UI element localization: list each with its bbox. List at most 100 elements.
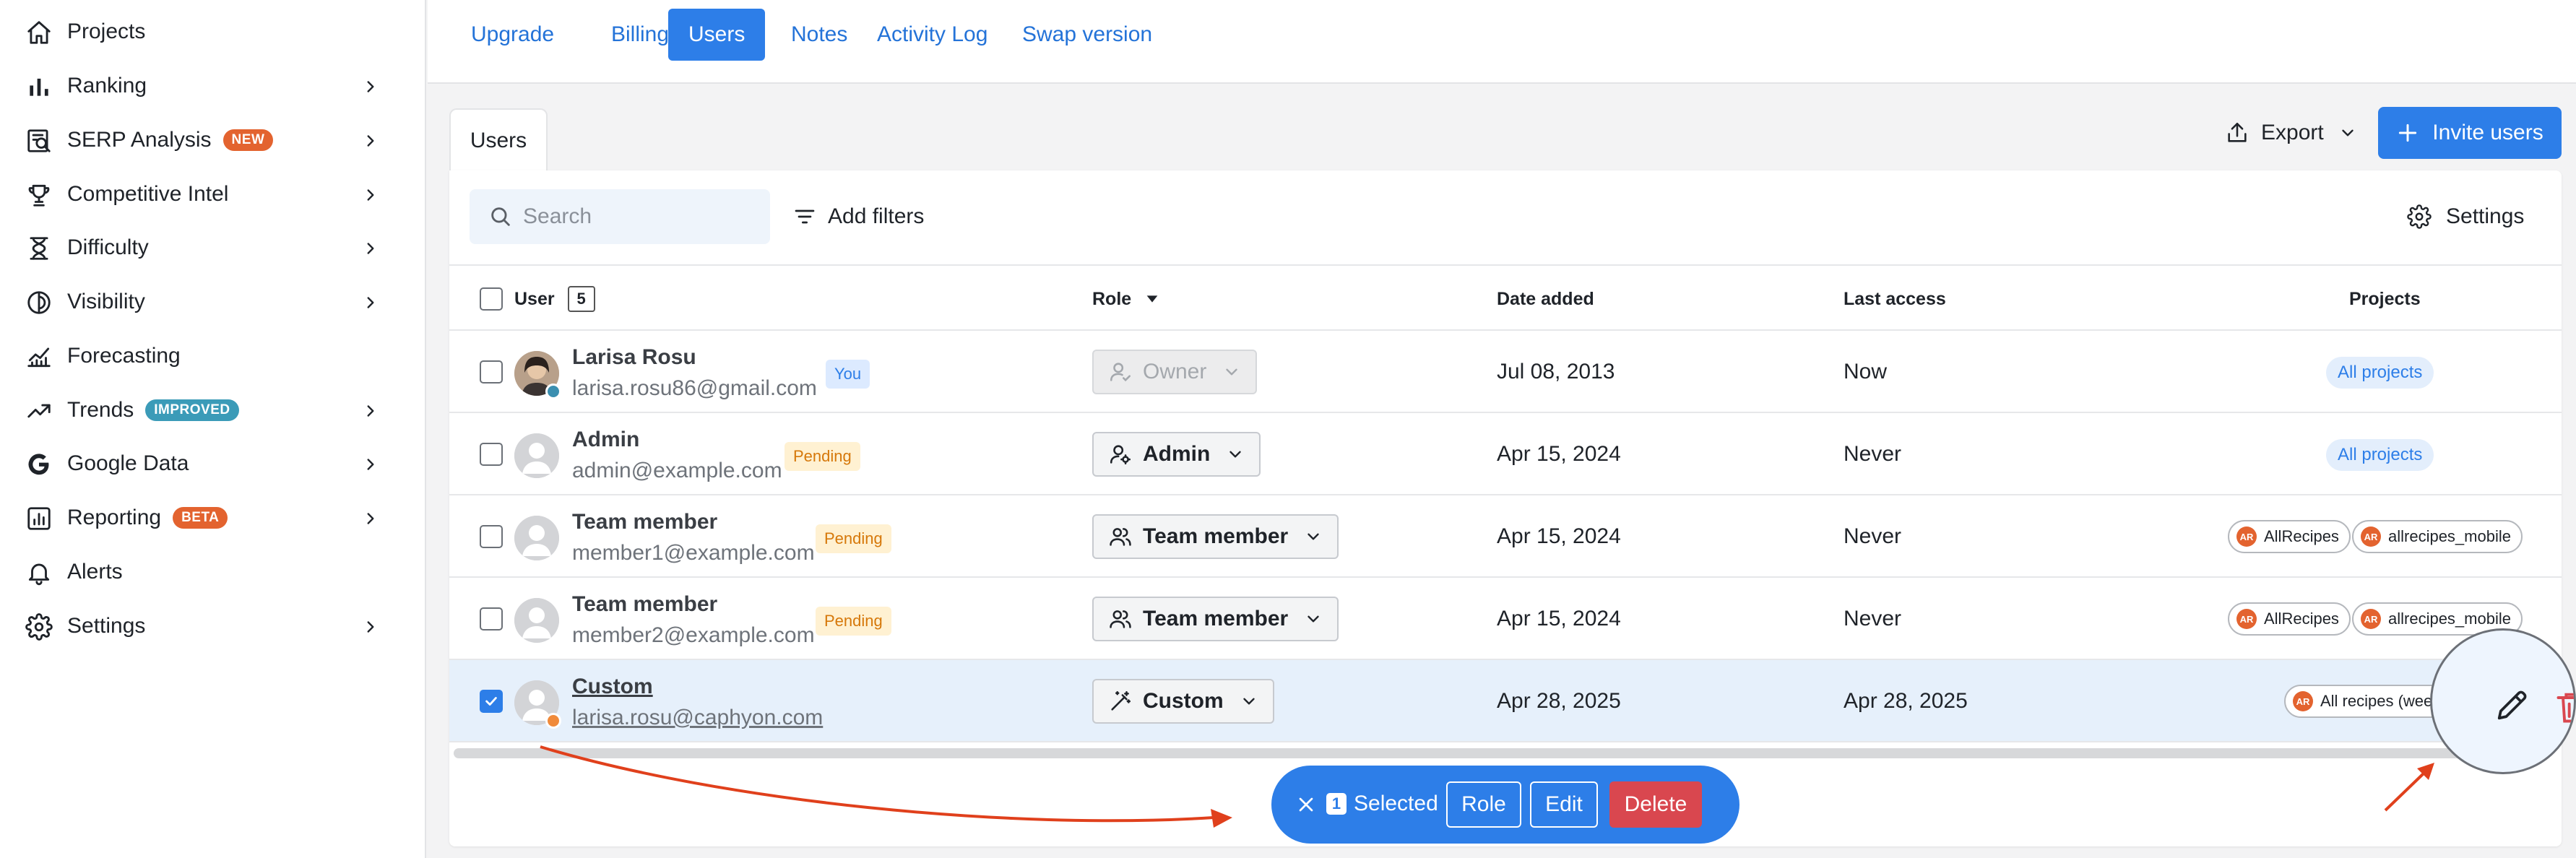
trash-icon[interactable] [2554,687,2576,727]
status-badge: Pending [816,524,891,553]
custom-icon [1108,689,1143,714]
all-projects-badge[interactable]: All projects [2326,439,2434,471]
bulk-edit-button[interactable]: Edit [1530,781,1598,828]
role-dropdown[interactable]: Custom [1092,679,1274,724]
user-name: Team member [572,592,718,616]
add-filters-button[interactable]: Add filters [793,195,924,238]
table-row[interactable]: Larisa Rosu larisa.rosu86@gmail.com You Own… [449,331,2562,413]
invite-users-label: Invite users [2432,121,2543,144]
report-icon [25,504,53,533]
user-email: member2@example.com [572,623,815,647]
export-button[interactable]: Export [2210,110,2372,156]
row-checkbox[interactable] [480,443,503,466]
bulk-delete-button[interactable]: Delete [1609,781,1702,828]
table-settings-label: Settings [2446,204,2525,228]
user-name: Larisa Rosu [572,345,696,369]
user-name: Team member [572,510,718,534]
tab-notes[interactable]: Notes [771,9,868,61]
sidebar-item-visibility[interactable]: Visibility [0,275,426,329]
admin-icon [1108,442,1143,467]
tab-activity-log[interactable]: Activity Log [857,9,1008,61]
column-user-label: User [514,288,555,309]
status-dot [545,384,561,399]
role-dropdown: Owner [1092,350,1258,394]
gear-icon [25,612,53,641]
last-access: Never [1844,442,1902,466]
column-role-label: Role [1092,288,1132,309]
sidebar-badge: NEW [222,129,274,151]
row-checkbox[interactable] [480,690,503,713]
sidebar-item-settings[interactable]: Settings [0,599,426,653]
sort-desc-icon [1146,295,1158,303]
sidebar-item-competitive-intel[interactable]: Competitive Intel [0,168,426,221]
column-projects: Projects [2349,288,2421,309]
sidebar-item-serp-analysis[interactable]: SERP Analysis NEW [0,113,426,167]
project-chip[interactable]: AR allrecipes_mobile [2352,520,2523,553]
sidebar-item-difficulty[interactable]: Difficulty [0,221,426,274]
table-row[interactable]: Custom larisa.rosu@caphyon.com Custom Apr 2… [449,660,2562,742]
date-added: Apr 15, 2024 [1497,442,1621,466]
sidebar-item-alerts[interactable]: Alerts [0,545,426,599]
project-chip[interactable]: AR All recipes (wee [2284,685,2447,718]
chevron-right-icon [361,239,380,258]
last-access: Apr 28, 2025 [1844,689,1968,713]
bulk-role-button[interactable]: Role [1446,781,1521,828]
team-icon [1108,524,1143,549]
table-row[interactable]: Admin admin@example.com Pending Admin Apr 15… [449,413,2562,495]
all-projects-badge[interactable]: All projects [2326,357,2434,389]
column-last-access: Last access [1844,288,1946,309]
invite-users-button[interactable]: Invite users [2378,107,2562,159]
date-added: Apr 15, 2024 [1497,607,1621,630]
bar-chart-icon [25,72,53,101]
sidebar-item-projects[interactable]: Projects [0,5,426,58]
sidebar-item-label: Settings [67,614,146,638]
trend-icon [25,396,53,425]
row-checkbox[interactable] [480,607,503,630]
status-badge: Pending [785,442,860,471]
user-email[interactable]: larisa.rosu@caphyon.com [572,706,823,730]
visibility-icon [25,288,53,317]
user-email: admin@example.com [572,459,782,482]
role-value: Custom [1143,689,1224,713]
avatar [514,598,559,643]
sidebar: Projects Ranking SERP Analysis NEW Competiti… [0,0,426,858]
selected-label: Selected [1354,792,1438,815]
project-chip[interactable]: AR AllRecipes [2228,602,2351,636]
sidebar-item-reporting[interactable]: Reporting BETA [0,491,426,545]
user-name[interactable]: Custom [572,675,653,699]
role-dropdown[interactable]: Team member [1092,514,1339,559]
project-logo: AR [2361,609,2381,629]
selected-count: 1 [1326,793,1347,815]
serp-icon [25,126,53,155]
table-settings-button[interactable]: Settings [2407,195,2524,238]
row-checkbox[interactable] [480,525,503,548]
tab-upgrade[interactable]: Upgrade [451,9,574,61]
row-checkbox[interactable] [480,360,503,384]
horizontal-scrollbar[interactable] [454,748,2482,758]
table-row[interactable]: Team member member2@example.com Pending Tea… [449,578,2562,660]
sidebar-item-trends[interactable]: Trends IMPROVED [0,384,426,437]
chevron-right-icon [361,186,380,204]
role-dropdown[interactable]: Admin [1092,432,1261,477]
role-dropdown[interactable]: Team member [1092,597,1339,641]
tab-users-panel[interactable]: Users [449,108,548,172]
search-input[interactable] [522,204,753,230]
table-row[interactable]: Team member member1@example.com Pending Tea… [449,495,2562,578]
avatar [514,433,559,478]
project-chip[interactable]: AR AllRecipes [2228,520,2351,553]
sidebar-item-ranking[interactable]: Ranking [0,59,426,113]
close-icon[interactable] [1295,793,1318,816]
sidebar-item-label: Difficulty [67,235,149,259]
pencil-icon[interactable] [2493,687,2530,724]
sidebar-item-label: Trends IMPROVED [67,398,239,422]
sidebar-item-google-data[interactable]: Google Data [0,437,426,490]
tab-users[interactable]: Users [668,9,766,61]
status-badge: You [826,360,870,389]
select-all-checkbox[interactable] [480,287,503,311]
date-added: Apr 28, 2025 [1497,689,1621,713]
tab-swap-version[interactable]: Swap version [1002,9,1172,61]
last-access: Never [1844,607,1902,630]
sidebar-item-forecasting[interactable]: Forecasting [0,329,426,383]
column-role[interactable]: Role [1092,266,1160,332]
chevron-down-icon [1229,451,1242,458]
